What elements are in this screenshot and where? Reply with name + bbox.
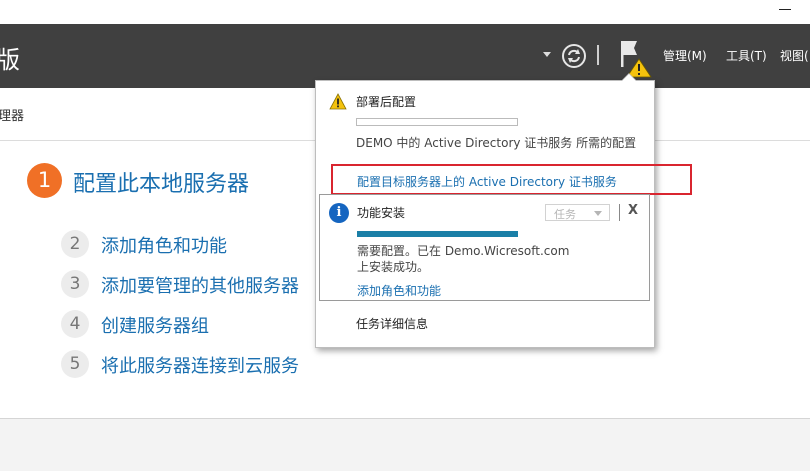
task-dropdown-label: 任务 [554,208,576,221]
breadcrumb-label: 理器 [0,109,25,124]
menu-tools[interactable]: 工具(T) [726,47,767,64]
add-roles-features-link[interactable]: 添加角色和功能 [101,232,227,258]
install-progress-bar [357,231,518,237]
notification-title: 部署后配置 [356,95,417,109]
feature-install-notification: i 功能安装 任务 X 需要配置。已在 Demo.Wicresoft.com 上… [319,194,650,301]
configure-adcs-link[interactable]: 配置目标服务器上的 Active Directory 证书服务 [357,173,617,190]
menu-view[interactable]: 视图( [780,47,809,64]
task-dropdown[interactable]: 任务 [545,204,610,221]
popup-pointer-inner [622,74,636,81]
warning-icon [329,93,347,110]
add-roles-features-link[interactable]: 添加角色和功能 [357,282,441,299]
configure-local-server-link[interactable]: 配置此本地服务器 [73,166,249,198]
configure-adcs-link-highlight[interactable]: 配置目标服务器上的 Active Directory 证书服务 [331,164,692,195]
close-notification-button[interactable]: X [628,203,638,218]
bottom-panel [0,419,810,471]
notification-separator [619,204,620,221]
minimize-icon[interactable] [779,9,791,10]
step-number-badge: 4 [61,310,89,338]
notification-title: 功能安装 [357,206,406,220]
add-other-servers-link[interactable]: 添加要管理的其他服务器 [101,272,299,298]
header-separator [597,45,599,65]
refresh-icon[interactable] [561,43,587,69]
title-bar [0,0,810,24]
chevron-down-icon[interactable] [543,52,551,57]
quickstart-step-5[interactable]: 5 将此服务器连接到云服务 [61,350,381,378]
step-number-badge: 2 [61,230,89,258]
step-number-badge: 1 [27,163,62,198]
server-manager-window: 版 管理(M) 工具(T) 视图( 理器 1 配置此本地服务器 2 添加角色和功… [0,0,810,471]
page-title: 版 [0,46,20,74]
notifications-popup: 部署后配置 DEMO 中的 Active Directory 证书服务 所需的配… [315,73,692,348]
menu-manage[interactable]: 管理(M) [663,47,707,64]
info-icon: i [329,203,349,223]
notification-progress-bar [356,118,518,126]
notification-description: 需要配置。已在 Demo.Wicresoft.com 上安装成功。 [357,244,570,274]
step-number-badge: 3 [61,270,89,298]
chevron-down-icon [594,211,602,216]
notification-description: DEMO 中的 Active Directory 证书服务 所需的配置 [356,136,637,150]
step-number-badge: 5 [61,350,89,378]
task-details-link[interactable]: 任务详细信息 [356,315,428,332]
header-bar: 版 管理(M) 工具(T) 视图( [0,24,810,88]
connect-cloud-services-link[interactable]: 将此服务器连接到云服务 [101,352,299,378]
create-server-group-link[interactable]: 创建服务器组 [101,312,209,338]
